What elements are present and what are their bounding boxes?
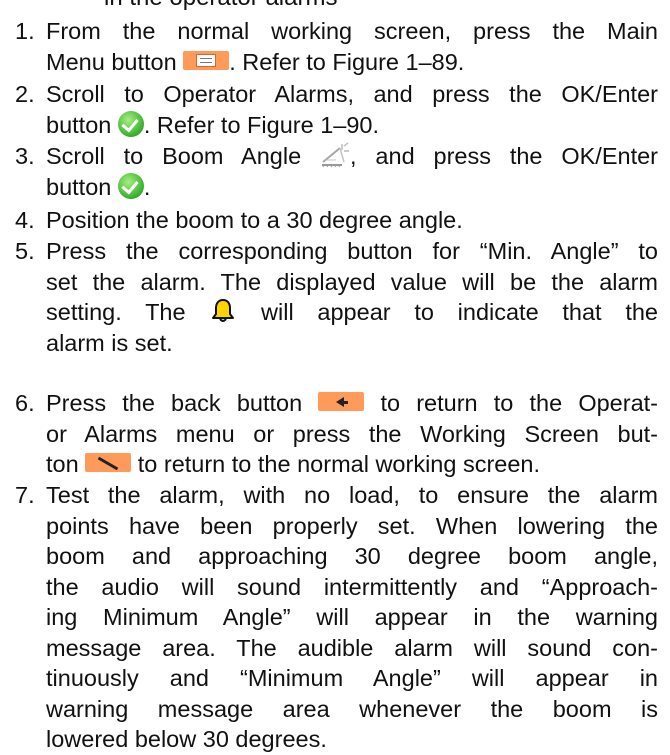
step-text: Scroll to Boom Angle , and press the OK/… bbox=[46, 142, 659, 200]
step-text: From the normal working screen, press th… bbox=[46, 18, 658, 75]
step-number: 5. bbox=[15, 238, 35, 264]
cut-off-header: in the operator alarms bbox=[104, 0, 337, 10]
step-text: Test the alarm, with no load, to ensure … bbox=[46, 482, 658, 752]
ok-enter-button-icon bbox=[117, 111, 144, 138]
step-text: Press the corresponding button for “Min.… bbox=[46, 238, 658, 356]
step-text: Position the boom to a 30 degree angle. bbox=[46, 207, 463, 233]
step-number: 6. bbox=[15, 390, 35, 416]
step-number: 4. bbox=[15, 207, 35, 233]
step-number: 1. bbox=[15, 18, 35, 44]
instruction-page: in the operator alarms 1. From the norma… bbox=[0, 0, 670, 752]
step-text: Press the back button to return to the O… bbox=[46, 390, 659, 477]
ok-enter-button-icon bbox=[117, 173, 144, 200]
alarm-bell-icon bbox=[209, 297, 237, 325]
step-number: 2. bbox=[15, 81, 35, 107]
step-number: 3. bbox=[15, 143, 35, 169]
main-menu-button-icon bbox=[183, 50, 230, 70]
working-screen-button-icon bbox=[85, 453, 132, 473]
boom-angle-icon bbox=[320, 142, 350, 168]
back-button-icon bbox=[318, 392, 365, 412]
step-text: Scroll to Operator Alarms, and press the… bbox=[46, 81, 658, 138]
step-number: 7. bbox=[15, 482, 35, 508]
